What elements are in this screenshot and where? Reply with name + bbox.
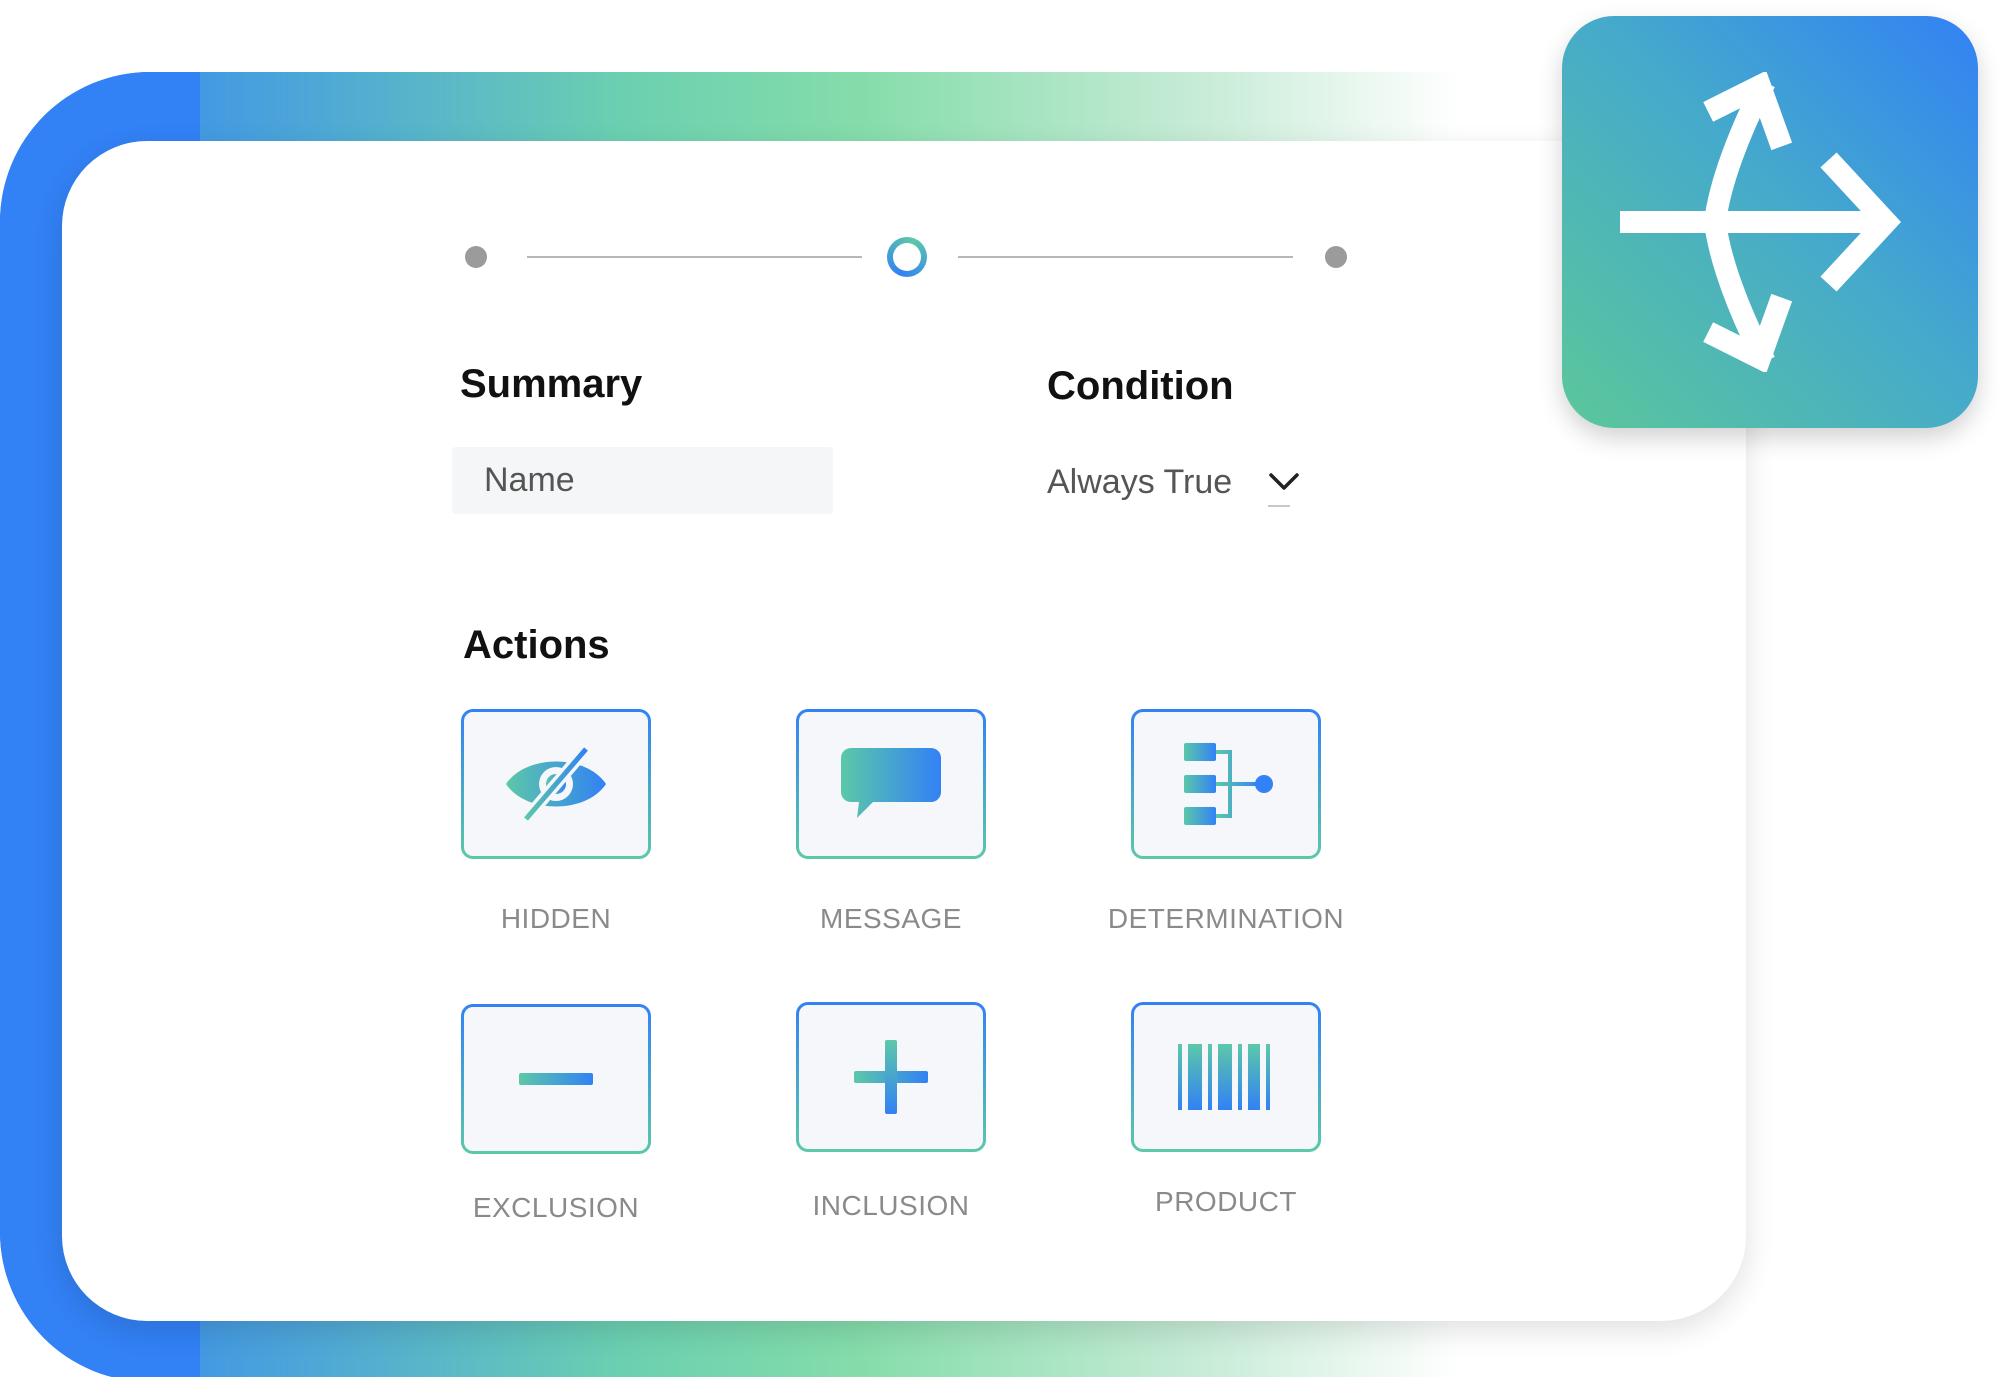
minus-icon bbox=[519, 1073, 593, 1085]
action-exclusion-tile[interactable] bbox=[461, 1004, 651, 1154]
action-inclusion-tile[interactable] bbox=[796, 1002, 986, 1152]
branch-badge bbox=[1562, 16, 1978, 428]
chevron-down-icon bbox=[1269, 473, 1299, 490]
action-product-tile[interactable] bbox=[1131, 1002, 1321, 1152]
step-dot-2-active[interactable] bbox=[887, 237, 927, 277]
chat-bubble-icon bbox=[841, 748, 941, 818]
condition-dropdown[interactable]: Always True bbox=[1047, 452, 1312, 512]
step-dot-1[interactable] bbox=[465, 246, 487, 268]
action-inclusion-label: INCLUSION bbox=[812, 1190, 970, 1221]
action-hidden-label: HIDDEN bbox=[500, 903, 612, 934]
action-message-label: MESSAGE bbox=[820, 903, 962, 934]
action-message[interactable]: MESSAGE bbox=[796, 709, 986, 934]
condition-heading: Condition bbox=[1047, 364, 1234, 408]
actions-heading: Actions bbox=[463, 623, 610, 667]
action-determination-tile[interactable] bbox=[1131, 709, 1321, 859]
step-dot-3[interactable] bbox=[1325, 246, 1347, 268]
action-determination-label: DETERMINATION bbox=[1107, 903, 1345, 934]
condition-selected-value: Always True bbox=[1047, 462, 1233, 501]
action-exclusion[interactable]: EXCLUSION bbox=[461, 1004, 651, 1223]
action-inclusion[interactable]: INCLUSION bbox=[796, 1002, 986, 1221]
action-product-label: PRODUCT bbox=[1155, 1186, 1297, 1217]
rule-editor-illustration: Summary Condition Always True Actions bbox=[0, 0, 2000, 1377]
action-message-tile[interactable] bbox=[796, 709, 986, 859]
plus-icon bbox=[854, 1040, 928, 1114]
action-exclusion-label: EXCLUSION bbox=[472, 1192, 640, 1223]
step-connector-1 bbox=[527, 256, 862, 258]
name-input[interactable] bbox=[452, 447, 833, 514]
action-determination[interactable]: DETERMINATION bbox=[1108, 709, 1344, 934]
eye-slash-icon bbox=[506, 745, 606, 823]
dropdown-underline bbox=[1268, 505, 1290, 507]
action-hidden-tile[interactable] bbox=[461, 709, 651, 859]
action-hidden[interactable]: HIDDEN bbox=[461, 709, 651, 934]
step-connector-2 bbox=[958, 256, 1293, 258]
barcode-icon bbox=[1178, 1044, 1270, 1110]
summary-heading: Summary bbox=[460, 362, 643, 406]
action-product[interactable]: PRODUCT bbox=[1131, 1002, 1321, 1217]
flow-tree-icon bbox=[1184, 743, 1273, 825]
branch-arrows-icon bbox=[1620, 72, 1901, 372]
